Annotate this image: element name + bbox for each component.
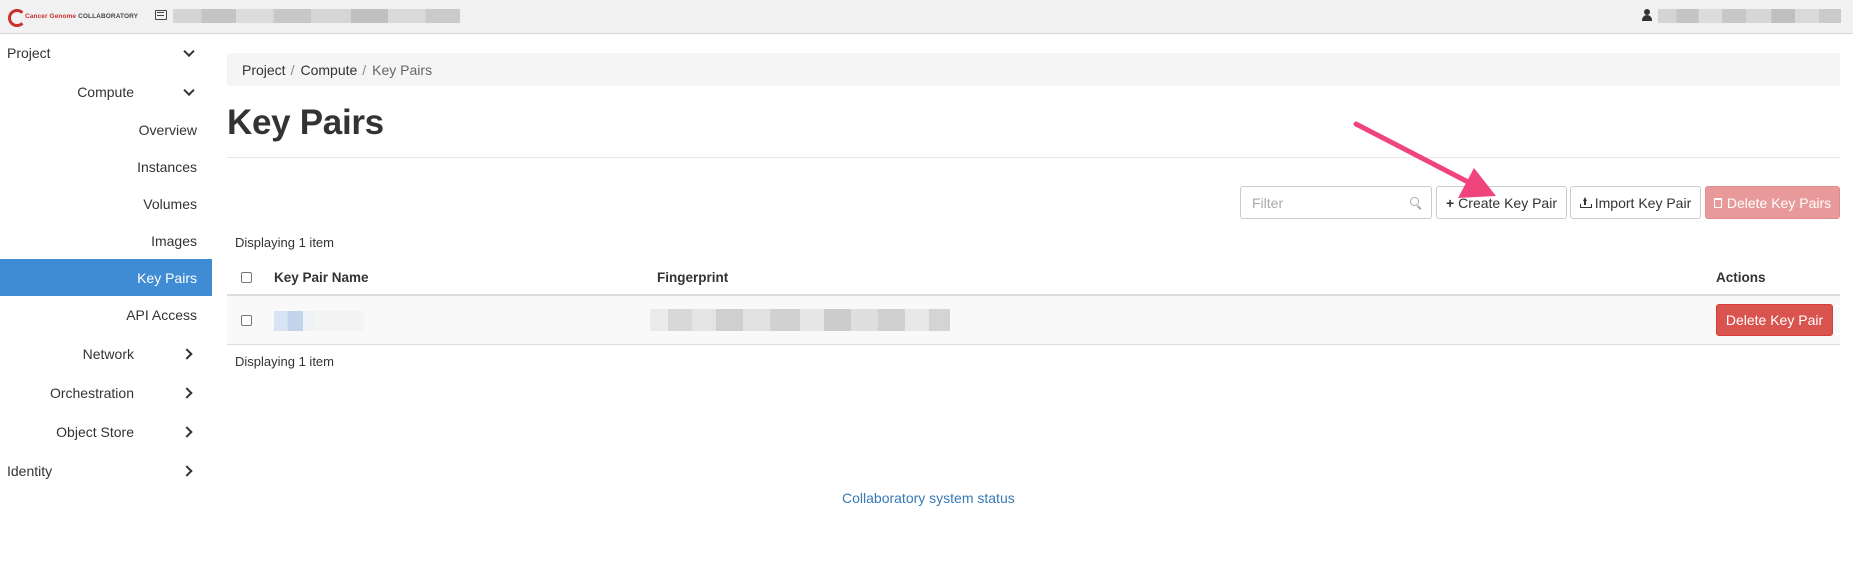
user-menu-redacted[interactable] (1658, 9, 1841, 23)
chevron-right-icon (181, 386, 193, 399)
annotation-arrow-shaft (1353, 121, 1473, 186)
sidebar-item-object-store[interactable]: Object Store (0, 413, 212, 450)
sidebar-item-identity[interactable]: Identity (0, 452, 212, 489)
sidebar-item-volumes[interactable]: Volumes (0, 185, 212, 222)
sidebar-item-label: Images (151, 232, 197, 249)
select-all-checkbox[interactable] (241, 272, 252, 283)
breadcrumb-separator: / (290, 61, 295, 78)
sidebar-item-label: Overview (138, 121, 197, 138)
column-header-actions: Actions (1716, 270, 1766, 285)
breadcrumb-item-key-pairs: Key Pairs (372, 61, 433, 78)
column-header-fingerprint[interactable]: Fingerprint (657, 270, 728, 285)
sidebar: Project Compute Overview Instances Volum… (0, 34, 212, 561)
table-header: Key Pair Name Fingerprint Actions (227, 260, 1840, 296)
row-checkbox[interactable] (241, 315, 252, 326)
sidebar-item-project[interactable]: Project (0, 34, 212, 71)
sidebar-item-api-access[interactable]: API Access (0, 296, 212, 333)
project-selector-redacted[interactable] (173, 9, 460, 23)
sidebar-item-label: Object Store (56, 423, 134, 440)
delete-key-pair-button[interactable]: Delete Key Pair (1716, 304, 1833, 336)
project-selector-icon[interactable] (155, 10, 167, 20)
fingerprint-redacted (650, 309, 950, 331)
sidebar-item-network[interactable]: Network (0, 335, 212, 372)
brand-text-part2: COLLABORATORY (78, 12, 139, 20)
upload-icon (1579, 197, 1592, 208)
create-key-pair-label: Create Key Pair (1458, 194, 1557, 211)
sidebar-item-images[interactable]: Images (0, 222, 212, 259)
sidebar-item-label: Orchestration (49, 384, 134, 401)
filter-input[interactable] (1241, 187, 1401, 218)
brand-text: Cancer Genome COLLABORATORY (25, 13, 138, 20)
display-count-top: Displaying 1 item (235, 235, 334, 250)
import-key-pair-label: Import Key Pair (1594, 194, 1692, 211)
display-count-bottom: Displaying 1 item (235, 354, 334, 369)
key-pair-name-redacted[interactable] (274, 311, 364, 331)
chevron-right-icon (181, 425, 193, 438)
search-icon[interactable] (1410, 197, 1419, 206)
sidebar-item-label: Key Pairs (137, 269, 197, 286)
sidebar-item-label: Instances (137, 158, 197, 175)
brand-text-part1: Cancer Genome (25, 12, 77, 20)
sidebar-item-label: API Access (126, 306, 197, 323)
collaboratory-logo-icon (8, 8, 26, 27)
brand-logo[interactable]: Cancer Genome COLLABORATORY (8, 6, 138, 27)
sidebar-item-instances[interactable]: Instances (0, 148, 212, 185)
chevron-down-icon (183, 45, 195, 57)
delete-key-pairs-label: Delete Key Pairs (1726, 194, 1832, 211)
create-key-pair-button[interactable]: + Create Key Pair (1436, 186, 1567, 219)
table-row: Delete Key Pair (227, 296, 1840, 345)
user-icon[interactable] (1642, 9, 1652, 21)
import-key-pair-button[interactable]: Import Key Pair (1570, 186, 1701, 219)
page-title: Key Pairs (227, 103, 384, 142)
chevron-down-icon (183, 84, 195, 96)
breadcrumb-item-project[interactable]: Project (242, 62, 286, 78)
sidebar-item-label: Compute (77, 83, 134, 100)
breadcrumb-separator: / (362, 61, 367, 78)
sidebar-item-label: Volumes (143, 195, 197, 212)
column-header-key-pair-name[interactable]: Key Pair Name (274, 270, 369, 285)
title-divider (227, 157, 1840, 158)
sidebar-item-label: Identity (7, 462, 53, 479)
delete-key-pairs-button[interactable]: Delete Key Pairs (1705, 186, 1840, 219)
plus-icon: + (1445, 194, 1455, 211)
system-status-link[interactable]: Collaboratory system status (842, 490, 1015, 506)
sidebar-item-label: Network (82, 345, 134, 362)
chevron-right-icon (181, 464, 193, 477)
sidebar-item-overview[interactable]: Overview (0, 111, 212, 148)
breadcrumb: Project / Compute / Key Pairs (227, 53, 1840, 86)
sidebar-item-label: Project (7, 44, 51, 61)
breadcrumb-item-compute[interactable]: Compute (300, 62, 357, 78)
trash-icon (1713, 197, 1722, 208)
sidebar-item-key-pairs[interactable]: Key Pairs (0, 259, 212, 296)
top-navbar: Cancer Genome COLLABORATORY (0, 0, 1853, 34)
filter-field[interactable] (1240, 186, 1432, 219)
sidebar-item-orchestration[interactable]: Orchestration (0, 374, 212, 411)
chevron-right-icon (181, 347, 193, 360)
sidebar-item-compute[interactable]: Compute (0, 73, 212, 110)
